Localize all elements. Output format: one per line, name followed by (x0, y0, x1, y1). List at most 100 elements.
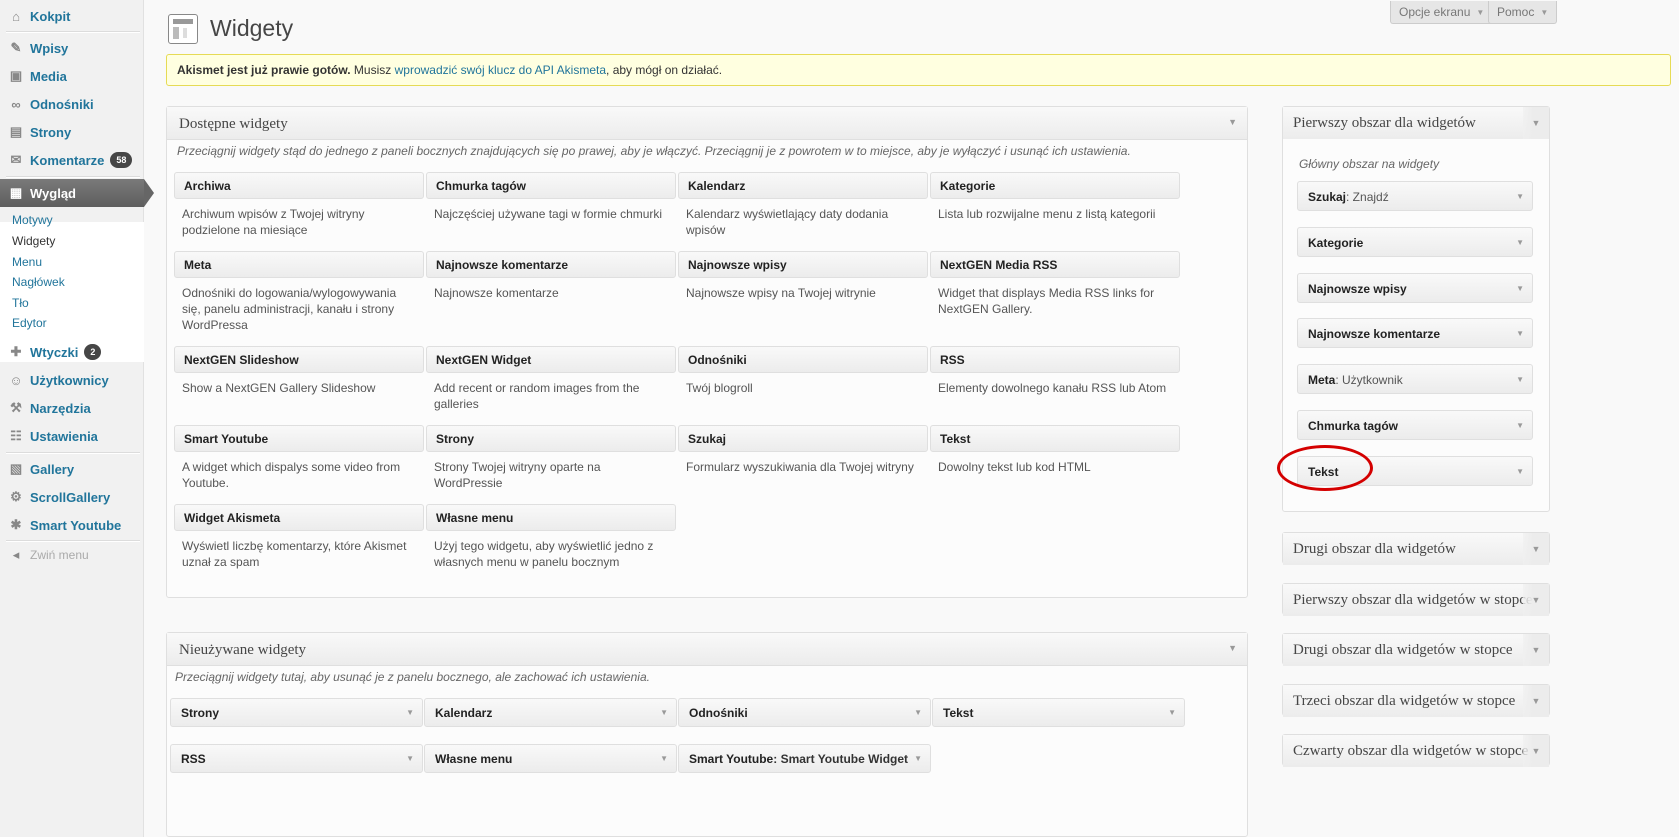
sidebar-widget-meta[interactable]: Meta: Użytkownik ▼ (1297, 364, 1533, 395)
sidebar-widget-najnowsze-komentarze[interactable]: Najnowsze komentarze ▼ (1297, 318, 1533, 349)
available-widget-kalendarz[interactable]: Kalendarz Kalendarz wyświetlający daty do… (678, 172, 928, 245)
menu-wtyczki[interactable]: ✚ Wtyczki 2 (0, 338, 144, 366)
available-widget-archiwa[interactable]: Archiwa Archiwum wpisów z Twojej witryny … (174, 172, 424, 245)
toggle-arrow-icon[interactable]: ▼ (1523, 634, 1549, 666)
toggle-arrow-icon[interactable]: ▼ (1516, 329, 1524, 338)
available-widget-najnowsze-wpisy[interactable]: Najnowsze wpisy Najnowsze wpisy na Twojej… (678, 251, 928, 308)
submenu-tlo[interactable]: Tło (12, 296, 29, 310)
toggle-arrow-icon[interactable]: ▼ (1523, 735, 1549, 767)
widget-title[interactable]: Chmurka tagów (426, 172, 676, 199)
inactive-widget-tekst[interactable]: Tekst ▼ (932, 698, 1185, 727)
menu-komentarze[interactable]: ✉ Komentarze 58 (0, 146, 144, 174)
toggle-arrow-icon[interactable]: ▼ (1516, 375, 1524, 384)
menu-smart-youtube[interactable]: ✱ Smart Youtube (0, 511, 144, 539)
collapse-menu-button[interactable]: ◂ Zwiń menu (0, 541, 144, 569)
submenu-motywy[interactable]: Motywy (12, 213, 53, 227)
widget-title[interactable]: Tekst (930, 425, 1180, 452)
widget-title[interactable]: Smart Youtube (174, 425, 424, 452)
toggle-arrow-icon[interactable]: ▼ (1523, 583, 1549, 616)
available-widget-tekst[interactable]: Tekst Dowolny tekst lub kod HTML (930, 425, 1180, 482)
toggle-arrow-icon[interactable]: ▼ (660, 754, 668, 763)
sidebar-area-header[interactable]: Pierwszy obszar dla widgetów w stopce ▼ (1283, 583, 1549, 616)
available-widget-kategorie[interactable]: Kategorie Lista lub rozwijalne menu z lis… (930, 172, 1180, 229)
inactive-widget-rss[interactable]: RSS ▼ (170, 744, 423, 773)
menu-scrollgallery[interactable]: ⚙ ScrollGallery (0, 483, 144, 511)
sidebar-area-header[interactable]: Drugi obszar dla widgetów w stopce ▼ (1283, 634, 1549, 666)
widget-title[interactable]: Strony (426, 425, 676, 452)
available-widget-chmurka-tagow[interactable]: Chmurka tagów Najczęściej używane tagi w … (426, 172, 676, 229)
toggle-arrow-icon[interactable]: ▼ (406, 708, 414, 717)
sidebar-first-header[interactable]: Pierwszy obszar dla widgetów ▼ (1283, 107, 1549, 139)
sidebar-widget-kategorie[interactable]: Kategorie ▼ (1297, 226, 1533, 257)
sidebar-area-4[interactable]: Drugi obszar dla widgetów w stopce ▼ (1282, 633, 1550, 666)
help-button[interactable]: Pomoc ▼ (1488, 1, 1558, 24)
toggle-arrow-icon[interactable]: ▼ (1516, 284, 1524, 293)
sidebar-area-header[interactable]: Czwarty obszar dla widgetów w stopce ▼ (1283, 735, 1549, 767)
toggle-arrow-icon[interactable]: ▼ (1516, 192, 1524, 201)
toggle-arrow-icon[interactable]: ▼ (406, 754, 414, 763)
available-widget-najnowsze-komentarze[interactable]: Najnowsze komentarze Najnowsze komentarze (426, 251, 676, 308)
menu-wyglad[interactable]: ▦ Wygląd (0, 179, 154, 207)
sidebar-area-header[interactable]: Trzeci obszar dla widgetów w stopce ▼ (1283, 684, 1549, 717)
available-widget-nextgen-widget[interactable]: NextGEN Widget Add recent or random image… (426, 346, 676, 419)
available-widget-meta[interactable]: Meta Odnośniki do logowania/wylogowywania… (174, 251, 424, 340)
menu-wpisy[interactable]: ✎ Wpisy (0, 34, 144, 62)
toggle-arrow-icon[interactable]: ▼ (1523, 533, 1549, 565)
widget-title[interactable]: Archiwa (174, 172, 424, 199)
widget-title[interactable]: Widget Akismeta (174, 504, 424, 531)
toggle-arrow-icon[interactable]: ▼ (1523, 107, 1549, 139)
sidebar-area-6[interactable]: Czwarty obszar dla widgetów w stopce ▼ (1282, 734, 1550, 767)
screen-options-button[interactable]: Opcje ekranu ▼ (1390, 1, 1494, 24)
available-widget-odnosniki[interactable]: Odnośniki Twój blogroll (678, 346, 928, 403)
widget-title[interactable]: Własne menu (426, 504, 676, 531)
submenu-naglowek[interactable]: Nagłówek (12, 275, 65, 289)
toggle-arrow-icon[interactable]: ▼ (660, 708, 668, 717)
menu-uzytkownicy[interactable]: ☺ Użytkownicy (0, 366, 144, 394)
menu-odnosniki[interactable]: ∞ Odnośniki (0, 90, 144, 118)
toggle-arrow-icon[interactable]: ▼ (1168, 708, 1176, 717)
toggle-arrow-icon[interactable]: ▼ (1228, 643, 1237, 653)
available-widget-widget-akismeta[interactable]: Widget Akismeta Wyświetl liczbę komentarz… (174, 504, 424, 577)
sidebar-widget-najnowsze-wpisy[interactable]: Najnowsze wpisy ▼ (1297, 272, 1533, 303)
widget-title[interactable]: Odnośniki (678, 346, 928, 373)
widget-title[interactable]: Szukaj (678, 425, 928, 452)
menu-kokpit[interactable]: ⌂ Kokpit (0, 2, 144, 30)
widget-title[interactable]: RSS (930, 346, 1180, 373)
inactive-widget-kalendarz[interactable]: Kalendarz ▼ (424, 698, 677, 727)
submenu-menu[interactable]: Menu (12, 255, 42, 269)
submenu-widgety[interactable]: Widgety (12, 234, 55, 248)
menu-media[interactable]: ▣ Media (0, 62, 144, 90)
widget-title[interactable]: Najnowsze komentarze (426, 251, 676, 278)
submenu-edytor[interactable]: Edytor (12, 316, 47, 330)
toggle-arrow-icon[interactable]: ▼ (914, 754, 922, 763)
akismet-key-link[interactable]: wprowadzić swój klucz do API Akismeta (395, 63, 606, 77)
inactive-widgets-header[interactable]: Nieużywane widgety ▼ (167, 633, 1247, 666)
inactive-widget-odnosniki[interactable]: Odnośniki ▼ (678, 698, 931, 727)
available-widgets-header[interactable]: Dostępne widgety ▼ (167, 107, 1247, 140)
toggle-arrow-icon[interactable]: ▼ (1516, 238, 1524, 247)
available-widget-strony[interactable]: Strony Strony Twojej witryny oparte na Wo… (426, 425, 676, 498)
menu-strony[interactable]: ▤ Strony (0, 118, 144, 146)
sidebar-area-header[interactable]: Drugi obszar dla widgetów ▼ (1283, 533, 1549, 565)
toggle-arrow-icon[interactable]: ▼ (1228, 117, 1237, 127)
inactive-widget-strony[interactable]: Strony ▼ (170, 698, 423, 727)
toggle-arrow-icon[interactable]: ▼ (914, 708, 922, 717)
toggle-arrow-icon[interactable]: ▼ (1516, 421, 1524, 430)
menu-ustawienia[interactable]: ☷ Ustawienia (0, 422, 144, 450)
menu-gallery[interactable]: ▧ Gallery (0, 455, 144, 483)
available-widget-nextgen-media-rss[interactable]: NextGEN Media RSS Widget that displays Me… (930, 251, 1180, 324)
available-widget-wlasne-menu[interactable]: Własne menu Użyj tego widgetu, aby wyświe… (426, 504, 676, 577)
widget-title[interactable]: Meta (174, 251, 424, 278)
toggle-arrow-icon[interactable]: ▼ (1523, 684, 1549, 717)
available-widget-szukaj[interactable]: Szukaj Formularz wyszukiwania dla Twojej … (678, 425, 928, 482)
available-widget-smart-youtube[interactable]: Smart Youtube A widget which dispalys som… (174, 425, 424, 498)
available-widget-rss[interactable]: RSS Elementy dowolnego kanału RSS lub Ato… (930, 346, 1180, 403)
widget-title[interactable]: NextGEN Slideshow (174, 346, 424, 373)
widget-title[interactable]: NextGEN Media RSS (930, 251, 1180, 278)
sidebar-area-2[interactable]: Drugi obszar dla widgetów ▼ (1282, 532, 1550, 565)
sidebar-widget-chmurka-tagow[interactable]: Chmurka tagów ▼ (1297, 410, 1533, 440)
inactive-widget-wlasne-menu[interactable]: Własne menu ▼ (424, 744, 677, 773)
menu-narzedzia[interactable]: ⚒ Narzędzia (0, 394, 144, 422)
widget-title[interactable]: NextGEN Widget (426, 346, 676, 373)
widget-title[interactable]: Najnowsze wpisy (678, 251, 928, 278)
